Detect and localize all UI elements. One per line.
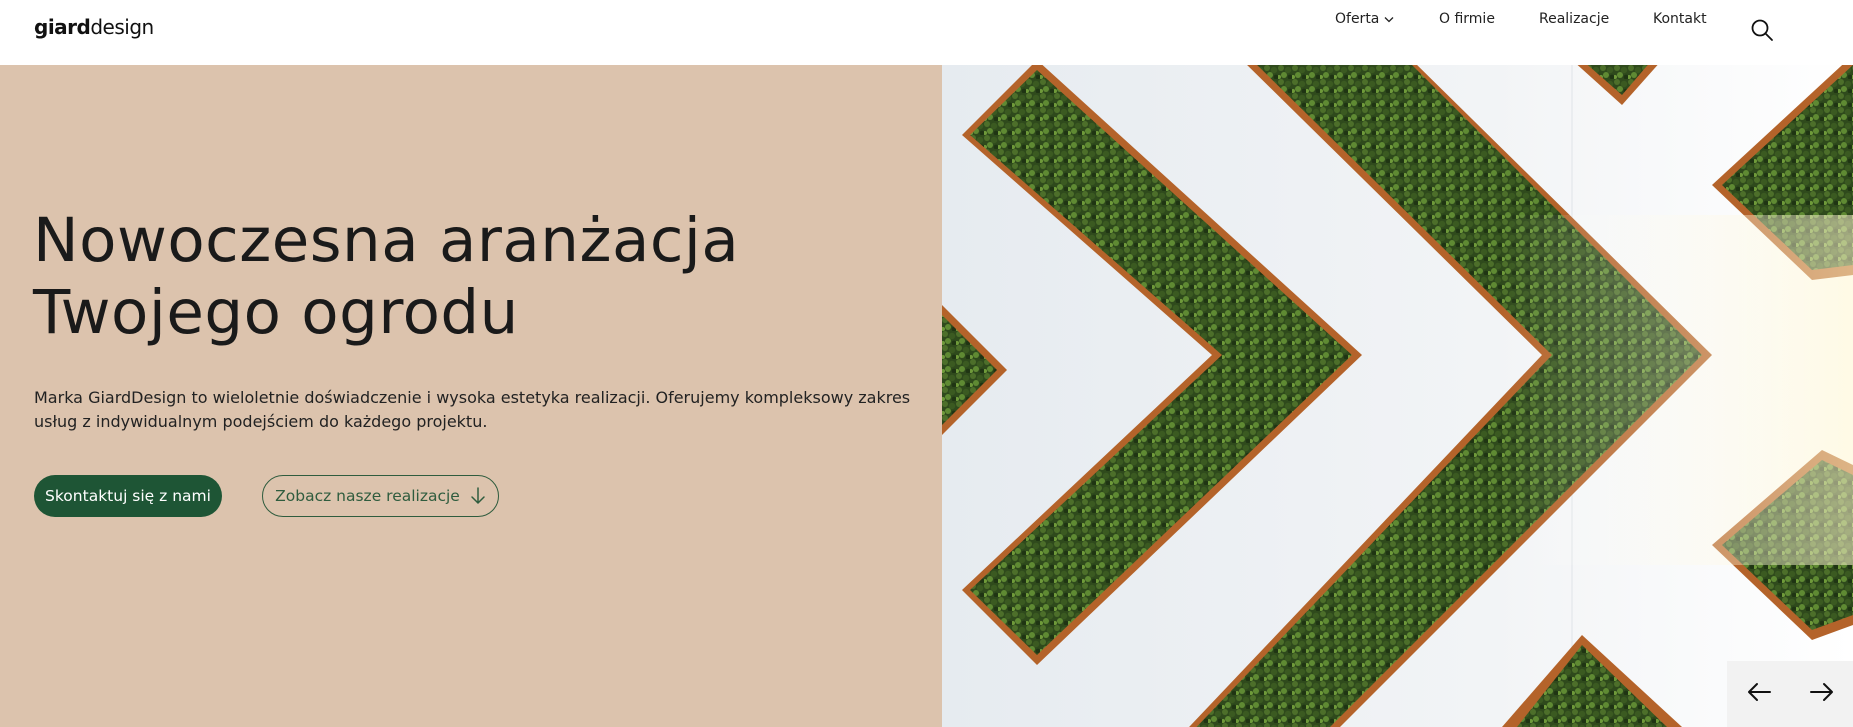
slider-next-button[interactable]	[1809, 681, 1835, 707]
site-header: giarddesign Oferta O firmie Realizacje K…	[0, 0, 1853, 65]
logo-light-text: design	[90, 15, 154, 39]
logo[interactable]: giarddesign	[34, 15, 154, 39]
arrow-right-icon	[1809, 681, 1835, 707]
hero-title-line-1: Nowoczesna aranżacja	[33, 205, 740, 276]
contact-button-label: Skontaktuj się z nami	[45, 487, 211, 505]
arrow-left-icon	[1746, 681, 1772, 707]
slider-controls	[1727, 661, 1853, 727]
nav-item-oferta[interactable]: Oferta	[1335, 11, 1394, 27]
see-realizations-button-label: Zobacz nasze realizacje	[275, 487, 460, 505]
hero-title-line-2: Twojego ogrodu	[33, 277, 519, 348]
nav-item-o-firmie[interactable]: O firmie	[1439, 11, 1495, 27]
hero-title: Nowoczesna aranżacja Twojego ogrodu	[33, 205, 913, 349]
see-realizations-button[interactable]: Zobacz nasze realizacje	[262, 475, 499, 517]
chevron-down-icon	[1384, 16, 1394, 23]
nav-item-realizacje[interactable]: Realizacje	[1539, 11, 1609, 27]
contact-button[interactable]: Skontaktuj się z nami	[34, 475, 222, 517]
slider-prev-button[interactable]	[1746, 681, 1772, 707]
search-icon	[1750, 19, 1774, 46]
arrow-down-icon	[470, 487, 486, 505]
hero-section: Nowoczesna aranżacja Twojego ogrodu Mark…	[0, 65, 1853, 727]
hero-description: Marka GiardDesign to wieloletnie doświad…	[34, 388, 911, 431]
nav-item-oferta-label: Oferta	[1335, 11, 1380, 27]
hero-image-green-wall	[942, 65, 1853, 727]
search-button[interactable]	[1750, 18, 1774, 46]
logo-bold-text: giard	[34, 15, 91, 39]
nav-item-kontakt[interactable]: Kontakt	[1653, 11, 1707, 27]
hero-content: Nowoczesna aranżacja Twojego ogrodu Mark…	[0, 65, 942, 727]
green-wall-illustration	[942, 65, 1853, 727]
